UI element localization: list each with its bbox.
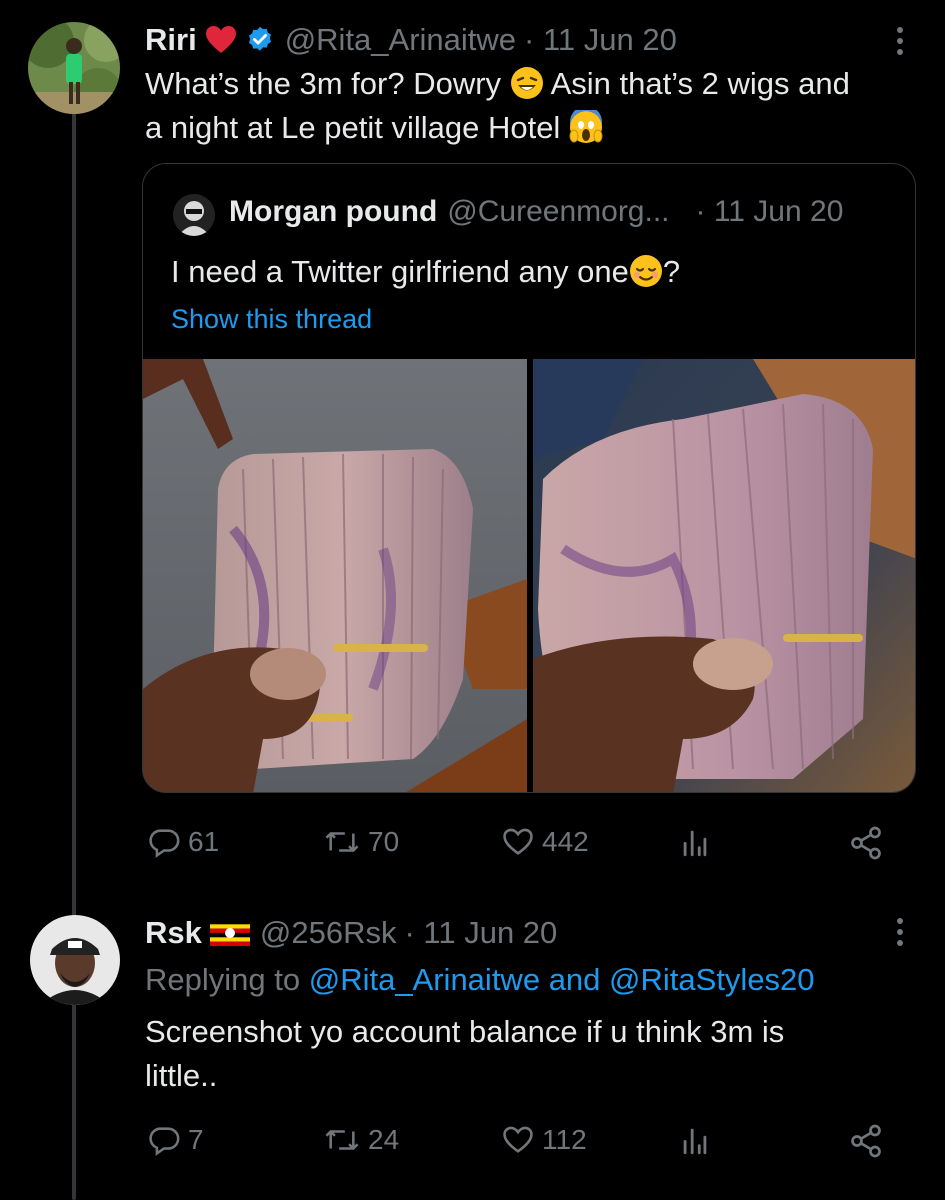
- quote-text-body: I need a Twitter girlfriend any one: [171, 254, 629, 289]
- tweet1-text-part1: What’s the 3m for? Dowry: [145, 66, 502, 101]
- retweet-button[interactable]: 24: [322, 1123, 399, 1157]
- tweet2-text-line1: Screenshot yo account balance if u think…: [145, 1014, 785, 1049]
- replying-to: Replying to @Rita_Arinaitwe and @RitaSty…: [145, 958, 815, 1002]
- like-count: 442: [542, 826, 589, 857]
- quote-photo-1[interactable]: [143, 359, 527, 792]
- tweet1-actions: 61 70 442: [146, 822, 891, 862]
- retweet-icon: [325, 1130, 359, 1150]
- laughing-emoji: [510, 67, 543, 99]
- display-name[interactable]: Rsk: [145, 913, 202, 953]
- share-icon: [851, 826, 881, 860]
- tweet2-text: Screenshot yo account balance if u think…: [145, 1010, 915, 1098]
- quote-photo-2[interactable]: [533, 359, 915, 792]
- quote-text-end: ?: [662, 254, 681, 289]
- scream-emoji: [569, 110, 603, 143]
- replying-prefix: Replying to: [145, 962, 301, 997]
- tweet2-actions: 7 24 112: [146, 1120, 891, 1160]
- timestamp[interactable]: · 11 Jun 20: [524, 20, 677, 60]
- views-icon: [683, 1128, 707, 1155]
- views-button[interactable]: [680, 1123, 710, 1157]
- quote-timestamp: · 11 Jun 20: [695, 195, 844, 228]
- reply-icon: [149, 829, 180, 858]
- reply-button[interactable]: 61: [146, 825, 219, 859]
- verified-badge-icon: [245, 25, 275, 55]
- reply-count: 61: [188, 826, 220, 857]
- like-icon: [503, 1126, 533, 1153]
- replying-and: and: [548, 962, 601, 997]
- like-button[interactable]: 112: [500, 1123, 587, 1157]
- timestamp[interactable]: · 11 Jun 20: [404, 913, 557, 953]
- like-icon: [503, 828, 533, 855]
- like-button[interactable]: 442: [500, 825, 589, 859]
- avatar-morgan: [173, 194, 215, 236]
- share-button[interactable]: [848, 825, 884, 861]
- quote-handle: @Cureenmorg...: [447, 195, 670, 228]
- reply-icon: [149, 1127, 180, 1156]
- retweet-icon: [325, 832, 359, 852]
- quote-text: I need a Twitter girlfriend any one?: [171, 250, 680, 294]
- retweet-count: 70: [368, 826, 400, 857]
- replying-user-2[interactable]: @RitaStyles20: [609, 962, 815, 997]
- handle[interactable]: @Rita_Arinaitwe: [285, 20, 516, 60]
- relieved-emoji: [629, 255, 662, 287]
- views-icon: [683, 830, 707, 857]
- heart-emoji: [205, 25, 237, 55]
- share-icon: [851, 1124, 881, 1158]
- share-button[interactable]: [848, 1123, 884, 1159]
- tweet2-text-line2: little..: [145, 1058, 218, 1093]
- more-options-icon[interactable]: [890, 916, 910, 948]
- quote-header: Morgan pound @Cureenmorg... · 11 Jun 20: [229, 192, 843, 232]
- tweet1-text: What’s the 3m for? Dowry Asin that’s 2 w…: [145, 62, 925, 150]
- reply-button[interactable]: 7: [146, 1123, 204, 1157]
- handle[interactable]: @256Rsk: [260, 913, 397, 953]
- quote-display-name: Morgan pound: [229, 195, 438, 228]
- thread-connector-line: [72, 110, 76, 1200]
- reply-count: 7: [188, 1124, 204, 1155]
- tweet2-header: Rsk @256Rsk · 11 Jun 20: [145, 913, 557, 953]
- avatar-rsk[interactable]: [30, 915, 120, 1005]
- display-name[interactable]: Riri: [145, 20, 197, 60]
- more-options-icon[interactable]: [890, 25, 910, 57]
- replying-user-1[interactable]: @Rita_Arinaitwe: [309, 962, 540, 997]
- views-button[interactable]: [680, 825, 710, 859]
- tweet1-header: Riri @Rita_Arinaitwe · 11 Jun 20: [145, 20, 677, 60]
- tweet1-text-line2: a night at Le petit village Hotel: [145, 110, 561, 145]
- retweet-button[interactable]: 70: [322, 825, 399, 859]
- avatar-riri[interactable]: [28, 22, 120, 114]
- tweet1-text-part2: Asin that’s 2 wigs and: [550, 66, 850, 101]
- quoted-tweet-card[interactable]: Morgan pound @Cureenmorg... · 11 Jun 20 …: [142, 163, 916, 793]
- retweet-count: 24: [368, 1124, 400, 1155]
- uganda-flag-emoji: [209, 920, 250, 946]
- like-count: 112: [542, 1124, 587, 1155]
- show-thread-link[interactable]: Show this thread: [171, 302, 372, 336]
